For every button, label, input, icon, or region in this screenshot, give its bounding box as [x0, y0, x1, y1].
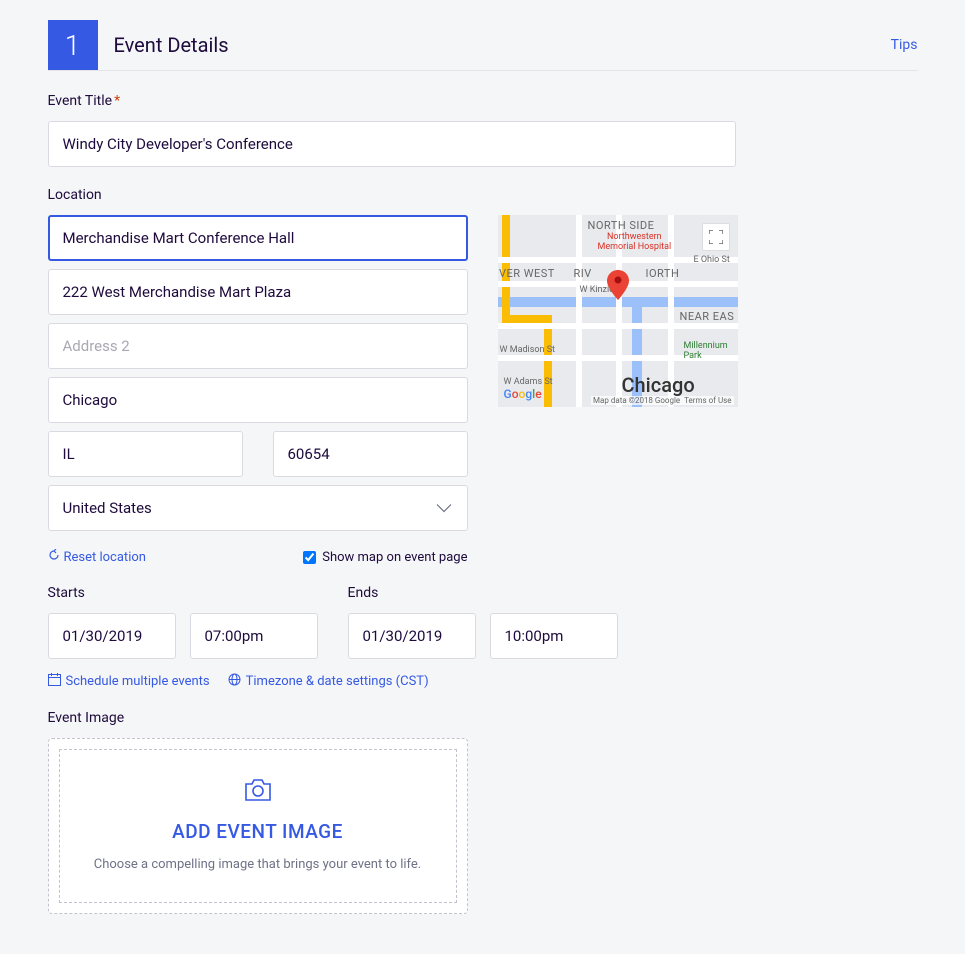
location-block: Location: [48, 187, 918, 565]
upload-subtitle: Choose a compelling image that brings yo…: [94, 857, 421, 872]
country-value[interactable]: [48, 485, 468, 531]
starts-label: Starts: [48, 585, 318, 601]
step-number-badge: 1: [48, 20, 98, 70]
start-time-input[interactable]: [190, 613, 318, 659]
fullscreen-icon[interactable]: [702, 223, 730, 251]
end-date-input[interactable]: [348, 613, 476, 659]
address1-input[interactable]: [48, 269, 468, 315]
upload-dropzone[interactable]: ADD EVENT IMAGE Choose a compelling imag…: [48, 738, 468, 914]
event-title-input[interactable]: [48, 121, 736, 167]
show-map-input[interactable]: [303, 551, 316, 564]
globe-icon: [228, 673, 241, 690]
state-input[interactable]: [48, 431, 243, 477]
calendar-icon: [48, 673, 61, 690]
show-map-checkbox[interactable]: Show map on event page: [303, 550, 467, 565]
map-street-label: W Adams St: [504, 377, 553, 387]
tips-link[interactable]: Tips: [891, 37, 918, 53]
map-attribution: Map data ©2018 Google Terms of Use: [591, 396, 733, 405]
datetime-block: Starts Ends Schedule multiple events: [48, 585, 918, 690]
upload-title: ADD EVENT IMAGE: [172, 820, 343, 843]
event-image-label: Event Image: [48, 710, 918, 726]
event-title-label: Event Title*: [48, 93, 918, 109]
camera-icon: [244, 778, 272, 806]
map-pin-icon: [607, 270, 629, 300]
country-select[interactable]: [48, 485, 468, 531]
map-label: RIV: [574, 267, 592, 280]
map-preview[interactable]: NORTH SIDE IVER WEST RIV IORTH NEAR EAS …: [498, 215, 738, 565]
city-input[interactable]: [48, 377, 468, 423]
section-title: Event Details: [114, 33, 229, 57]
event-image-block: Event Image ADD EVENT IMAGE Choose a com…: [48, 710, 918, 914]
google-logo: Google: [504, 387, 542, 401]
section-header: 1 Event Details Tips: [48, 20, 918, 71]
map-label: IORTH: [646, 267, 680, 280]
timezone-settings-link[interactable]: Timezone & date settings (CST): [228, 673, 429, 690]
map-hospital-label: NorthwesternMemorial Hospital: [598, 233, 672, 253]
map-label: IVER WEST: [498, 267, 555, 280]
end-time-input[interactable]: [490, 613, 618, 659]
event-title-field: Event Title*: [48, 93, 918, 167]
map-city-label: Chicago: [622, 373, 695, 397]
venue-input[interactable]: [48, 215, 468, 261]
map-street-label: E Ohio St: [694, 255, 730, 265]
map-street-label: W Madison St: [500, 345, 556, 355]
postal-input[interactable]: [273, 431, 468, 477]
location-label: Location: [48, 187, 918, 203]
refresh-icon: [48, 549, 60, 565]
schedule-multiple-link[interactable]: Schedule multiple events: [48, 673, 210, 690]
ends-label: Ends: [348, 585, 618, 601]
map-label: NORTH SIDE: [588, 219, 655, 232]
start-date-input[interactable]: [48, 613, 176, 659]
map-label: NEAR EAS: [680, 310, 735, 323]
map-park-label: MillenniumPark: [684, 341, 728, 361]
reset-location-link[interactable]: Reset location: [48, 549, 146, 565]
address2-input[interactable]: [48, 323, 468, 369]
